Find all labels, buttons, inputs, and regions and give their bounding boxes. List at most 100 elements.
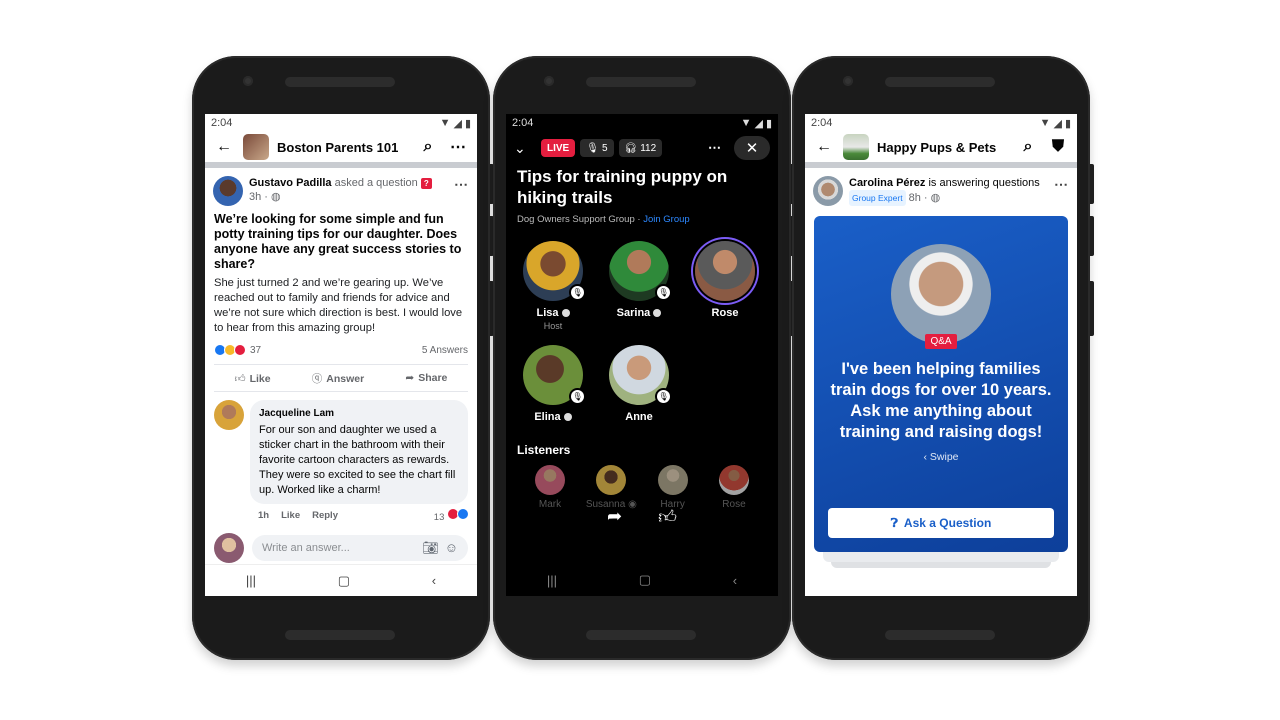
share-button[interactable]: ➦ Share xyxy=(405,372,447,384)
answer-input[interactable]: Write an answer... 📷︎ ☺ xyxy=(252,535,468,561)
answer-placeholder: Write an answer... xyxy=(262,542,350,554)
power-button xyxy=(1090,281,1094,336)
speaker-avatar: 🎙︎ xyxy=(609,241,672,301)
muted-mic-icon: 🎙︎ xyxy=(655,388,672,405)
reaction-count[interactable]: 37 xyxy=(250,345,261,356)
speaker-lisa[interactable]: 🎙︎ Lisa Host xyxy=(523,241,586,331)
comment-reply-button[interactable]: Reply xyxy=(312,510,338,521)
ask-question-button[interactable]: ❓︎ Ask a Question xyxy=(828,508,1054,538)
more-options-icon[interactable]: ⋯ xyxy=(447,136,469,158)
answers-count[interactable]: 5 Answers xyxy=(422,345,468,356)
admin-shield-icon[interactable]: ⛊ xyxy=(1047,136,1069,158)
question-icon: ? xyxy=(420,177,432,189)
back-arrow-icon[interactable]: ← xyxy=(813,136,835,158)
muted-mic-icon: 🎙︎ xyxy=(569,284,586,301)
search-icon[interactable]: ⌕ xyxy=(417,136,439,158)
author-avatar[interactable] xyxy=(813,176,843,206)
room-toolbar: ⌄ LIVE 🎙︎ 5 🎧︎ 112 ⋯ ✕ xyxy=(506,132,778,164)
speaker-rose[interactable]: Rose xyxy=(695,241,755,331)
qa-card[interactable]: Q&A I've been helping families train dog… xyxy=(814,216,1068,552)
volume-down-button xyxy=(1090,216,1094,256)
speaker-role: Host xyxy=(543,321,563,331)
room-title: Tips for training puppy on hiking trails xyxy=(517,167,728,207)
reactions-row: 37 5 Answers xyxy=(205,338,477,362)
front-camera xyxy=(544,76,554,86)
verified-shield-icon xyxy=(561,309,570,318)
bottom-speaker xyxy=(586,630,696,640)
status-bar: 2:04 ▼ ◢ ▮ xyxy=(805,114,1077,132)
signal-icon: ◢ xyxy=(1053,117,1062,130)
like-button[interactable]: 👍︎ Like xyxy=(235,372,271,385)
speaker-sarina[interactable]: 🎙︎ Sarina xyxy=(609,241,672,331)
group-name[interactable]: Dog Owners Support Group xyxy=(517,214,635,225)
home-icon[interactable]: ▢ xyxy=(338,573,350,589)
join-group-link[interactable]: Join Group xyxy=(643,214,689,225)
globe-icon: ◍ xyxy=(271,191,281,203)
post-menu-icon[interactable]: ⋯ xyxy=(1054,176,1069,193)
commenter-avatar[interactable] xyxy=(214,400,244,430)
ask-question-label: Ask a Question xyxy=(903,516,992,530)
comment-reaction-count[interactable]: 13 xyxy=(434,512,445,523)
nav-back-icon[interactable]: ‹ xyxy=(733,573,737,588)
earpiece-speaker xyxy=(285,77,395,87)
listener-mark[interactable]: Mark xyxy=(522,465,578,510)
wifi-icon: ▼ xyxy=(439,117,451,129)
speaker-anne[interactable]: 🎙︎ Anne xyxy=(609,345,672,423)
post-actions: 👍︎ Like ⓠ Answer ➦ Share xyxy=(214,364,468,392)
close-button[interactable]: ✕ xyxy=(734,136,770,160)
camera-icon[interactable]: 📷︎ xyxy=(422,540,439,556)
screen: 2:04 ▼ ◢ ▮ ← Boston Parents 101 ⌕ ⋯ Gustav… xyxy=(205,114,477,596)
listener-avatar xyxy=(718,465,749,495)
phone-live-audio: 2:04 ▼ ◢ ▮ ⌄ LIVE 🎙︎ 5 🎧︎ 112 ⋯ ✕ Tips for t… xyxy=(493,56,795,660)
listener-avatar xyxy=(657,465,688,495)
live-badge: LIVE xyxy=(541,139,576,157)
comment-bubble: Jacqueline Lam For our son and daughter … xyxy=(250,400,468,504)
post-header: Gustavo Padilla asked a question ? 3h · … xyxy=(205,168,477,210)
swipe-hint[interactable]: ‹ Swipe xyxy=(923,451,958,463)
back-arrow-icon[interactable]: ← xyxy=(213,136,235,158)
recent-apps-icon[interactable]: ||| xyxy=(246,573,256,588)
group-name: Happy Pups & Pets xyxy=(877,139,997,155)
post-header: Carolina Pérez is answering questions Gr… xyxy=(805,168,1077,210)
listener-harry[interactable]: Harry xyxy=(645,465,701,510)
listener-avatar xyxy=(535,465,565,495)
comment-like-button[interactable]: Like xyxy=(281,510,300,521)
status-bar: 2:04 ▼ ◢ ▮ xyxy=(205,114,477,132)
recent-apps-icon[interactable]: ||| xyxy=(547,573,557,588)
post-time: 8h xyxy=(908,192,921,204)
bottom-speaker xyxy=(885,630,995,640)
like-icon[interactable]: 👍︎ xyxy=(658,506,677,528)
more-options-icon[interactable]: ⋯ xyxy=(708,140,721,156)
speaker-count-pill: 🎙︎ 5 xyxy=(580,139,614,157)
answer-button[interactable]: ⓠ Answer xyxy=(312,371,364,386)
search-icon[interactable]: ⌕ xyxy=(1017,136,1039,158)
group-thumbnail xyxy=(243,134,269,160)
speaker-avatar: 🎙︎ xyxy=(609,345,672,405)
group-name: Boston Parents 101 xyxy=(277,139,399,155)
author-name[interactable]: Carolina Pérez xyxy=(849,177,925,189)
listener-count: 112 xyxy=(640,142,657,154)
author-avatar[interactable] xyxy=(213,176,243,206)
home-icon[interactable]: ▢ xyxy=(639,572,651,588)
android-nav-bar: ||| ▢ ‹ xyxy=(506,564,778,596)
listener-susanna[interactable]: Susanna ◉ xyxy=(583,465,639,510)
android-nav-bar: ||| ▢ ‹ xyxy=(205,564,477,596)
share-icon[interactable]: ➦ xyxy=(607,506,622,528)
commenter-name[interactable]: Jacqueline Lam xyxy=(259,406,459,421)
qa-tag: Q&A xyxy=(925,334,957,349)
listener-rose[interactable]: Rose xyxy=(706,465,762,510)
emoji-icon[interactable]: ☺ xyxy=(445,540,458,556)
minimize-chevron-icon[interactable]: ⌄ xyxy=(514,140,536,157)
post-title: We’re looking for some simple and fun po… xyxy=(214,212,462,271)
author-name[interactable]: Gustavo Padilla xyxy=(249,177,332,189)
battery-icon: ▮ xyxy=(464,117,471,130)
post-body: She just turned 2 and we’re gearing up. … xyxy=(214,277,463,334)
nav-back-icon[interactable]: ‹ xyxy=(432,573,436,588)
author-action: asked a question xyxy=(334,177,418,189)
status-time: 2:04 xyxy=(811,117,833,129)
post-menu-icon[interactable]: ⋯ xyxy=(454,176,469,193)
speaker-elina[interactable]: 🎙︎ Elina xyxy=(523,345,586,423)
battery-icon: ▮ xyxy=(765,117,772,130)
listener-avatar xyxy=(596,465,627,495)
verified-shield-icon xyxy=(653,309,662,318)
